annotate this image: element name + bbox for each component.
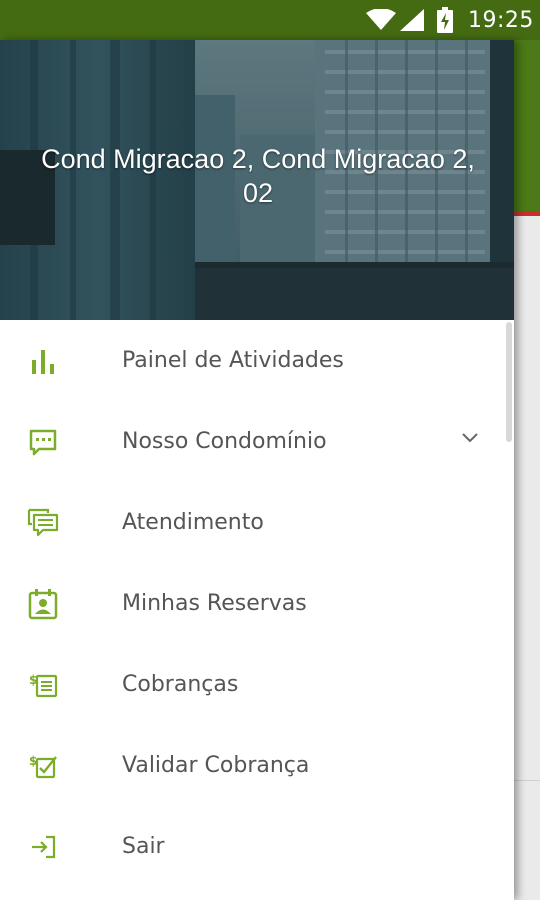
drawer-scrollbar[interactable] xyxy=(506,322,512,442)
menu-item-label: Sair xyxy=(122,834,165,859)
status-bar: 19:25 xyxy=(0,0,540,40)
menu-item-minhas-reservas[interactable]: Minhas Reservas xyxy=(0,563,514,644)
divider xyxy=(514,780,540,781)
menu-item-label: Painel de Atividades xyxy=(122,348,344,373)
menu-item-nosso-condominio[interactable]: Nosso Condomínio xyxy=(0,401,514,482)
bar-chart-icon xyxy=(32,350,54,374)
navigation-drawer: Cond Migracao 2, Cond Migracao 2, 02 Pai… xyxy=(0,40,514,900)
chat-multiple-icon xyxy=(27,508,59,537)
wifi-icon xyxy=(366,9,396,30)
dollar-list-icon: $ xyxy=(29,673,58,698)
menu-item-painel-de-atividades[interactable]: Painel de Atividades xyxy=(0,320,514,401)
drawer-header: Cond Migracao 2, Cond Migracao 2, 02 xyxy=(0,40,514,320)
menu-item-label: Minhas Reservas xyxy=(122,591,307,616)
chevron-down-icon[interactable] xyxy=(460,431,480,445)
status-time: 19:25 xyxy=(468,8,534,33)
menu-item-validar-cobranca[interactable]: $ Validar Cobrança xyxy=(0,725,514,806)
menu-item-label: Atendimento xyxy=(122,510,264,535)
menu-item-atendimento[interactable]: Atendimento xyxy=(0,482,514,563)
dollar-check-icon: $ xyxy=(29,754,57,779)
menu-item-sair[interactable]: Sair xyxy=(0,806,514,887)
calendar-person-icon xyxy=(28,589,58,620)
chat-bubble-icon xyxy=(29,429,57,456)
header-title: Cond Migracao 2, Cond Migracao 2, 02 xyxy=(41,144,475,208)
battery-charging-icon xyxy=(437,7,453,33)
menu-item-label: Validar Cobrança xyxy=(122,753,310,778)
signal-icon xyxy=(400,9,424,31)
menu-item-cobrancas[interactable]: $ Cobranças xyxy=(0,644,514,725)
menu-item-label: Nosso Condomínio xyxy=(122,429,327,454)
logout-icon xyxy=(32,835,56,859)
menu-item-label: Cobranças xyxy=(122,672,239,697)
